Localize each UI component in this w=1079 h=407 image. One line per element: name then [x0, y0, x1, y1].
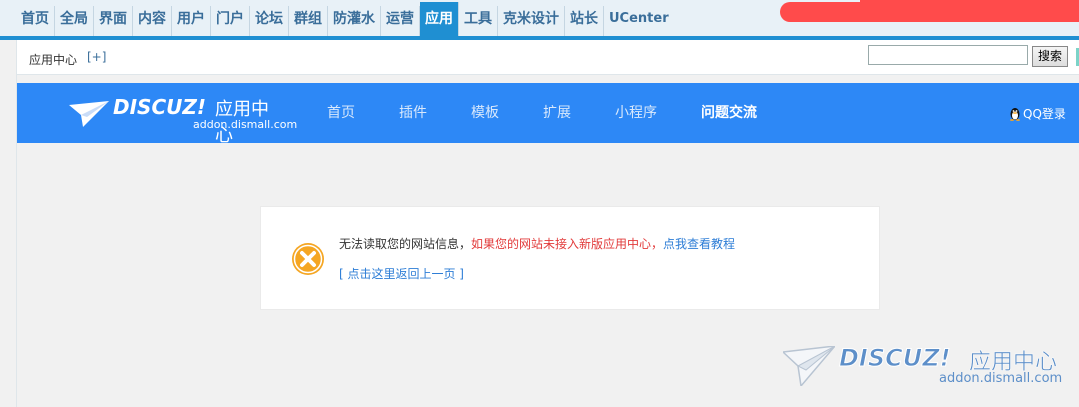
- search-input[interactable]: [868, 45, 1028, 65]
- top-nav-kemi-design[interactable]: 克米设计: [498, 6, 565, 36]
- watermark-brand: DISCUZ!: [839, 344, 952, 373]
- watermark-domain: addon.dismall.com: [939, 371, 1063, 386]
- logo-domain: addon.dismall.com: [193, 118, 298, 131]
- error-message: 无法读取您的网站信息，如果您的网站未接入新版应用中心，点我查看教程: [339, 235, 735, 252]
- top-nav-operations[interactable]: 运营: [381, 6, 420, 36]
- qq-login-link[interactable]: QQ登录: [1009, 105, 1066, 122]
- qq-login-label: QQ登录: [1023, 107, 1066, 121]
- tutorial-link[interactable]: 点我查看教程: [663, 237, 735, 251]
- discuz-watermark: DISCUZ! 应用中心 addon.dismall.com: [783, 344, 1079, 404]
- breadcrumb-title: 应用中心: [29, 53, 78, 67]
- top-nav-apps[interactable]: 应用: [420, 2, 459, 36]
- top-nav-items: 首页 全局 界面 内容 用户 门户 论坛 群组 防灌水 运营 应用 工具 克米设…: [16, 2, 674, 36]
- back-link[interactable]: [ 点击这里返回上一页 ]: [339, 265, 464, 282]
- header-nav: 首页 插件 模板 扩展 小程序 问题交流: [327, 83, 801, 143]
- top-nav-content[interactable]: 内容: [133, 6, 172, 36]
- search-button[interactable]: 搜索: [1032, 46, 1068, 67]
- top-nav-groups[interactable]: 群组: [289, 6, 328, 36]
- qq-penguin-icon: [1010, 107, 1020, 121]
- header-nav-templates[interactable]: 模板: [471, 83, 499, 143]
- top-nav-global[interactable]: 全局: [55, 6, 94, 36]
- add-shortcut-link[interactable]: [+]: [87, 50, 106, 64]
- top-nav-webmaster[interactable]: 站长: [565, 6, 604, 36]
- error-message-box: 无法读取您的网站信息，如果您的网站未接入新版应用中心，点我查看教程 [ 点击这里…: [260, 206, 880, 310]
- top-nav-tools[interactable]: 工具: [459, 6, 498, 36]
- error-x-icon: [292, 243, 324, 275]
- logo-brand: DISCUZ!: [113, 95, 206, 119]
- top-nav-antispam[interactable]: 防灌水: [328, 6, 381, 36]
- error-hint-text: 如果您的网站未接入新版应用中心，: [471, 237, 664, 251]
- app-center-header: DISCUZ! 应用中心 addon.dismall.com 首页 插件 模板 …: [17, 83, 1079, 146]
- top-nav-users[interactable]: 用户: [172, 6, 211, 36]
- top-nav-home[interactable]: 首页: [16, 6, 55, 36]
- redaction-mark-2: [860, 0, 1079, 10]
- top-nav-portal[interactable]: 门户: [211, 6, 250, 36]
- error-text: 无法读取您的网站信息，: [339, 237, 472, 251]
- header-nav-home[interactable]: 首页: [327, 83, 355, 143]
- top-nav-forum[interactable]: 论坛: [250, 6, 289, 36]
- top-nav-interface[interactable]: 界面: [94, 6, 133, 36]
- top-nav-ucenter[interactable]: UCenter: [604, 6, 674, 36]
- header-nav-miniprogram[interactable]: 小程序: [615, 83, 657, 143]
- sub-header-bar: 应用中心 [+] 搜索: [16, 40, 1079, 75]
- header-nav-extensions[interactable]: 扩展: [543, 83, 571, 143]
- discuz-logo[interactable]: DISCUZ! 应用中心 addon.dismall.com: [69, 95, 297, 146]
- header-nav-qa[interactable]: 问题交流: [701, 83, 757, 143]
- header-nav-plugins[interactable]: 插件: [399, 83, 427, 143]
- admin-top-nav: 首页 全局 界面 内容 用户 门户 论坛 群组 防灌水 运营 应用 工具 克米设…: [0, 0, 1079, 40]
- watermark-plane-icon: [783, 346, 835, 386]
- paper-plane-icon: [69, 101, 109, 127]
